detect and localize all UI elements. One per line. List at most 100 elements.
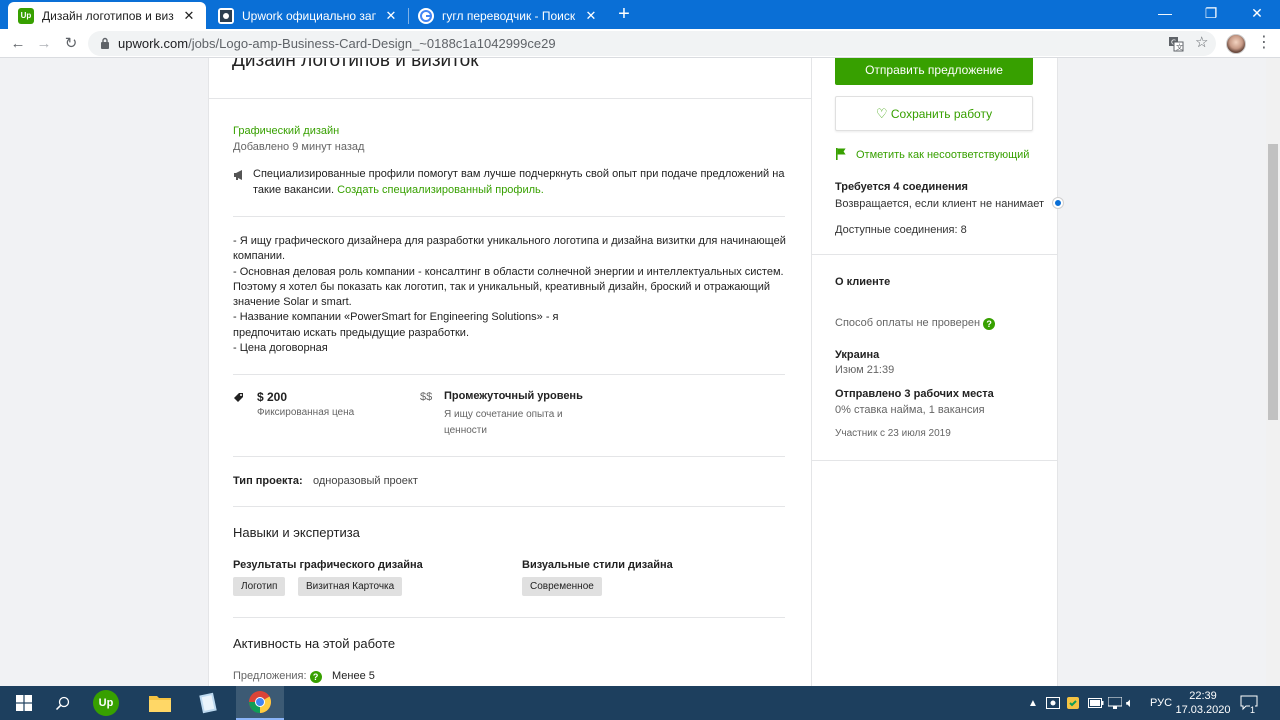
proposals-value: Менее 5	[332, 670, 375, 682]
skill-group-title: Результаты графического дизайна	[233, 559, 423, 571]
megaphone-icon	[234, 170, 242, 180]
flag-inappropriate-link[interactable]: Отметить как несоответствующий	[856, 149, 1029, 161]
language-indicator[interactable]: РУС	[1150, 686, 1172, 720]
description-line: предпочитаю искать предыдущие разработки…	[233, 326, 469, 339]
file-explorer-icon[interactable]	[136, 686, 184, 720]
battery-icon[interactable]	[1088, 686, 1104, 720]
divider	[233, 506, 785, 507]
create-specialized-profile-link[interactable]: Создать специализированный профиль.	[337, 184, 544, 196]
lock-icon	[101, 37, 109, 49]
scrollbar-thumb[interactable]	[1268, 144, 1278, 420]
new-tab-icon[interactable]: +	[612, 3, 636, 27]
payment-status: Способ оплаты не проверен ?	[835, 317, 996, 330]
svg-text:文: 文	[1176, 43, 1183, 52]
close-tab-icon[interactable]: ✕	[382, 8, 400, 24]
page-viewport: Дизайн логотипов и визиток Графический д…	[0, 58, 1280, 686]
network-icon[interactable]	[1108, 686, 1122, 720]
upwork-app-icon[interactable]: Up	[82, 686, 130, 720]
level-desc-line: ценности	[444, 425, 487, 436]
client-country: Украина	[835, 349, 880, 361]
skill-chip-business-card[interactable]: Визитная Карточка	[298, 577, 403, 596]
minimize-icon[interactable]: —	[1142, 0, 1188, 29]
translate-icon[interactable]: G文	[1168, 36, 1184, 52]
forward-arrow-icon[interactable]: →	[32, 32, 56, 56]
google-favicon-icon	[418, 7, 434, 24]
skill-chip-modern[interactable]: Современное	[522, 577, 602, 596]
browser-tab-strip: Up Дизайн логотипов и визиток - Ар ✕ Upw…	[0, 0, 1280, 29]
save-job-label: Сохранить работу	[890, 107, 993, 121]
skill-group-title: Визуальные стили дизайна	[522, 559, 673, 571]
browser-menu-icon[interactable]: ⋮	[1256, 32, 1272, 54]
price-tag-icon	[234, 393, 243, 402]
divider	[233, 374, 785, 375]
notepad-icon[interactable]	[184, 686, 232, 720]
tray-security-icon[interactable]	[1066, 686, 1080, 720]
project-type-label: Тип проекта:	[233, 475, 303, 487]
reload-icon[interactable]: ↻	[59, 32, 83, 56]
skills-heading: Навыки и экспертиза	[233, 525, 360, 540]
address-bar[interactable]: upwork.com/jobs/Logo-amp-Business-Card-D…	[88, 31, 1216, 56]
tab-google-search[interactable]: гугл переводчик - Поиск в Goog ✕	[408, 2, 608, 29]
url-host: upwork.com	[118, 36, 189, 51]
job-description: - Я ищу графического дизайнера для разра…	[233, 234, 789, 356]
heart-icon: ♡	[875, 106, 888, 121]
browser-toolbar: ← → ↻ upwork.com/jobs/Logo-amp-Business-…	[0, 29, 1280, 58]
article-favicon-icon	[218, 7, 234, 24]
notifications-icon[interactable]: 1	[1240, 686, 1258, 720]
level-desc-line: Я ищу сочетание опыта и	[444, 409, 563, 420]
tab-upwork-job[interactable]: Up Дизайн логотипов и визиток - Ар ✕	[8, 2, 206, 29]
bookmark-star-icon[interactable]: ☆	[1195, 33, 1208, 51]
skill-chip-logo[interactable]: Логотип	[233, 577, 286, 596]
windows-taskbar: Up ▲ 🔈︎ РУС 22:39 17.03.2020 1	[0, 686, 1280, 720]
tab-upwork-article[interactable]: Upwork официально запрещает ✕	[208, 2, 408, 29]
specialized-profile-note: Специализированные профили помогут вам л…	[253, 166, 784, 198]
submit-proposal-button[interactable]: Отправить предложение	[835, 58, 1033, 85]
notification-count: 1	[1250, 705, 1256, 715]
search-icon[interactable]	[38, 686, 86, 720]
client-hire-rate: 0% ставка найма, 1 вакансия	[835, 404, 985, 416]
divider	[233, 216, 785, 217]
job-title: Дизайн логотипов и визиток	[232, 58, 479, 71]
experience-level: Промежуточный уровень	[444, 390, 583, 402]
description-line: - Название компании «PowerSmart for Engi…	[233, 311, 559, 324]
volume-icon[interactable]: 🔈︎	[1126, 686, 1134, 720]
job-category-link[interactable]: Графический дизайн	[233, 125, 339, 137]
job-price: $ 200	[257, 390, 288, 404]
connects-required: Требуется 4 соединения	[835, 181, 968, 193]
save-job-button[interactable]: ♡ Сохранить работу	[835, 96, 1033, 131]
divider	[233, 617, 785, 618]
connects-refund-note: Возвращается, если клиент не нанимает	[835, 198, 1045, 210]
connects-available: Доступные соединения: 8	[835, 224, 967, 236]
url-text: upwork.com/jobs/Logo-amp-Business-Card-D…	[118, 36, 556, 51]
project-type-value: одноразовый проект	[313, 475, 418, 487]
divider	[208, 98, 811, 99]
clock[interactable]: 22:39 17.03.2020	[1175, 686, 1231, 720]
chrome-taskbar-icon[interactable]	[236, 686, 284, 720]
close-tab-icon[interactable]: ✕	[582, 8, 600, 24]
back-arrow-icon[interactable]: ←	[6, 32, 30, 56]
close-window-icon[interactable]: ✕	[1234, 0, 1280, 29]
experience-level-description: Я ищу сочетание опыта и ценности	[444, 407, 563, 439]
flag-icon	[836, 148, 847, 163]
experience-level-icon: $$	[420, 391, 433, 403]
description-line: - Основная деловая роль компании - конса…	[233, 265, 784, 278]
proposals-label-text: Предложения:	[233, 670, 307, 682]
help-icon[interactable]: ?	[309, 671, 322, 683]
help-icon[interactable]: ?	[983, 318, 996, 330]
client-city-time: Изюм 21:39	[835, 364, 895, 376]
divider	[811, 254, 1058, 255]
payment-status-text: Способ оплаты не проверен	[835, 317, 981, 329]
tray-overflow-icon[interactable]: ▲	[1028, 686, 1038, 720]
profile-avatar[interactable]	[1226, 34, 1246, 54]
profile-note-line: такие вакансии.	[253, 184, 335, 196]
clock-time: 22:39	[1189, 690, 1217, 702]
clock-date: 17.03.2020	[1175, 704, 1231, 716]
client-member-since: Участник с 23 июля 2019	[835, 428, 951, 439]
about-client-heading: О клиенте	[835, 276, 891, 288]
maximize-icon[interactable]: ❐	[1188, 0, 1234, 29]
page-scrollbar[interactable]	[1266, 58, 1280, 686]
close-tab-icon[interactable]: ✕	[180, 8, 198, 24]
extension-indicator-dot[interactable]	[1053, 198, 1063, 208]
tray-app-icon[interactable]	[1046, 686, 1060, 720]
price-type: Фиксированная цена	[257, 407, 355, 418]
